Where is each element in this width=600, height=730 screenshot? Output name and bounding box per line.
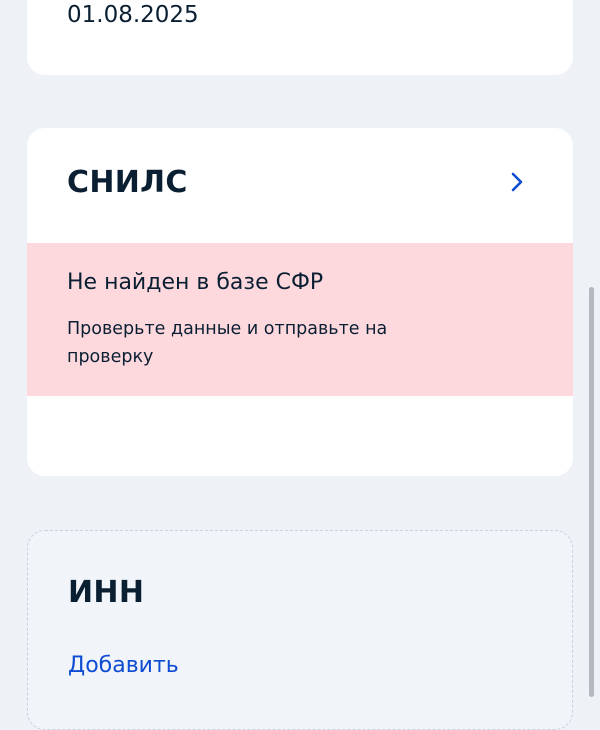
- snils-error-alert: Не найден в базе СФР Проверьте данные и …: [27, 243, 573, 396]
- alert-text: Проверьте данные и отправьте на проверку: [67, 319, 388, 367]
- date-card: 01.08.2025: [27, 0, 573, 75]
- snils-header[interactable]: СНИЛС: [27, 128, 573, 243]
- add-inn-link[interactable]: Добавить: [68, 653, 179, 678]
- inn-card: ИНН Добавить: [27, 530, 573, 730]
- snils-title: СНИЛС: [67, 165, 188, 200]
- chevron-right-icon[interactable]: [509, 170, 525, 194]
- scrollbar[interactable]: [589, 287, 594, 697]
- date-value: 01.08.2025: [67, 2, 199, 28]
- alert-title: Не найден в базе СФР: [67, 270, 324, 295]
- inn-title: ИНН: [68, 575, 145, 610]
- snils-card: СНИЛС Не найден в базе СФР Проверьте дан…: [27, 128, 573, 476]
